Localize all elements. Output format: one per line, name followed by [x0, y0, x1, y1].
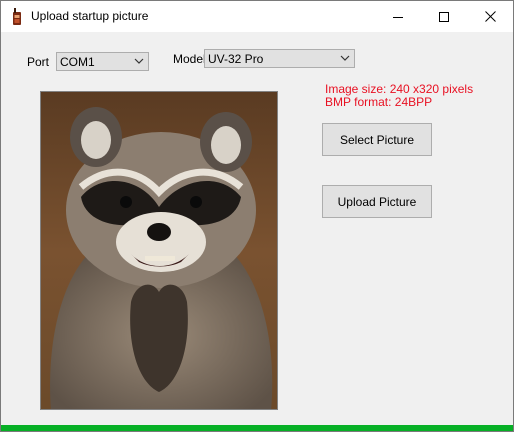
port-select[interactable]: COM1 — [56, 52, 149, 71]
port-label: Port — [27, 55, 50, 69]
model-label: Model — [173, 52, 206, 66]
select-picture-button[interactable]: Select Picture — [322, 123, 432, 156]
chevron-down-icon — [134, 58, 144, 64]
close-button[interactable] — [467, 1, 513, 32]
port-value: COM1 — [60, 55, 95, 69]
upload-progress-bar — [1, 425, 513, 431]
upload-picture-button[interactable]: Upload Picture — [322, 185, 432, 218]
picture-preview — [40, 91, 278, 410]
window-title: Upload startup picture — [31, 9, 149, 23]
close-icon — [484, 11, 496, 22]
image-size-text: Image size: 240 x320 pixels — [325, 82, 474, 96]
upload-progress-fill — [1, 425, 513, 431]
model-select[interactable]: UV-32 Pro — [204, 49, 355, 68]
bmp-format-text: BMP format: 24BPP — [325, 95, 433, 109]
title-bar[interactable]: Upload startup picture — [1, 1, 513, 32]
radio-device-icon — [13, 8, 21, 25]
model-value: UV-32 Pro — [208, 52, 264, 66]
upload-startup-picture-window: Upload startup picture Port COM1 Model U… — [0, 0, 514, 432]
minimize-button[interactable] — [375, 1, 421, 32]
chevron-down-icon — [340, 55, 350, 61]
raccoon-photo — [41, 92, 277, 409]
maximize-button[interactable] — [421, 1, 467, 32]
minimize-icon — [393, 16, 403, 18]
maximize-icon — [439, 11, 449, 22]
